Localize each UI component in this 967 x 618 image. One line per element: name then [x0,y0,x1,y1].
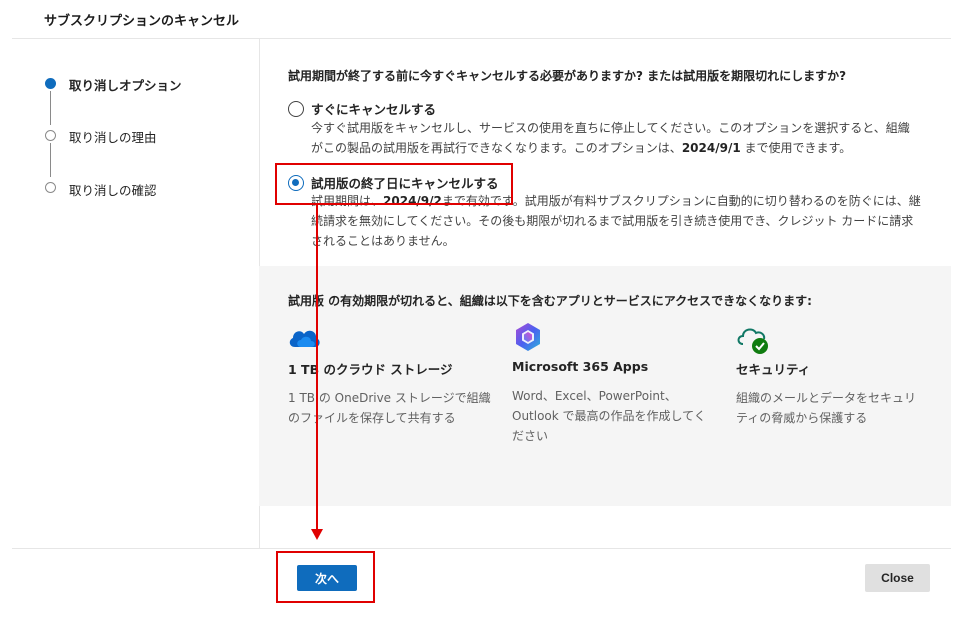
highlight-box-option [275,163,513,205]
feature-title: Microsoft 365 Apps [512,359,649,374]
feature-desc: 組織のメールとデータをセキュリ ティの脅威から保護する [736,391,917,425]
feature-desc: Word、Excel、PowerPoint、 Outlook で最高の作品を作成… [512,389,706,443]
end-date: 2024/9/1 [681,141,741,155]
features-panel-title: 試用版 の有効期限が切れると、組織は以下を含むアプリとサービスにアクセスできなく… [288,294,812,308]
option-desc-line: がこの製品の試用版を再試行できなくなります。このオプションは、2024/9/1 … [311,141,852,155]
feature-title: セキュリティ [736,362,811,377]
step-3-indicator [45,182,56,193]
radio-cancel-now[interactable] [288,101,304,117]
step-connector [50,143,51,177]
option-cancel-now-desc: 今すぐ試用版をキャンセルし、サービスの使用を直ちに停止してください。このオプショ… [311,118,941,158]
cancel-question: 試用期間が終了する前に今すぐキャンセルする必要がありますか? または試用版を期限… [288,69,847,83]
security-cloud-check-icon [737,328,768,354]
annotation-arrow-head [311,529,323,540]
step-1-indicator [45,78,56,89]
page-title: サブスクリプションのキャンセル [44,14,240,29]
option-desc-line: されることはありません。 [311,234,455,248]
header-divider [12,38,951,39]
option-cancel-now-title: すぐにキャンセルする [311,102,437,117]
feature-desc: 1 TB の OneDrive ストレージで組織 のファイルを保存して共有する [288,391,491,425]
footer-divider [12,548,951,549]
close-button[interactable]: Close [865,564,930,592]
feature-title: 1 TB のクラウド ストレージ [288,362,453,377]
option-desc-line: 今すぐ試用版をキャンセルし、サービスの使用を直ちに停止してください。このオプショ… [311,121,910,135]
step-connector [50,91,51,125]
step-2-label: 取り消しの理由 [69,130,157,145]
step-2-indicator [45,130,56,141]
annotation-arrow-line [316,205,318,530]
step-3-label: 取り消しの確認 [69,183,157,198]
step-1-label: 取り消しオプション [69,78,182,93]
option-desc-line: 続請求を無効にしてください。その後も期限が切れるまで試用版を引き続き使用でき、ク… [311,214,914,228]
microsoft365-icon [516,323,540,351]
highlight-box-next [276,551,375,603]
